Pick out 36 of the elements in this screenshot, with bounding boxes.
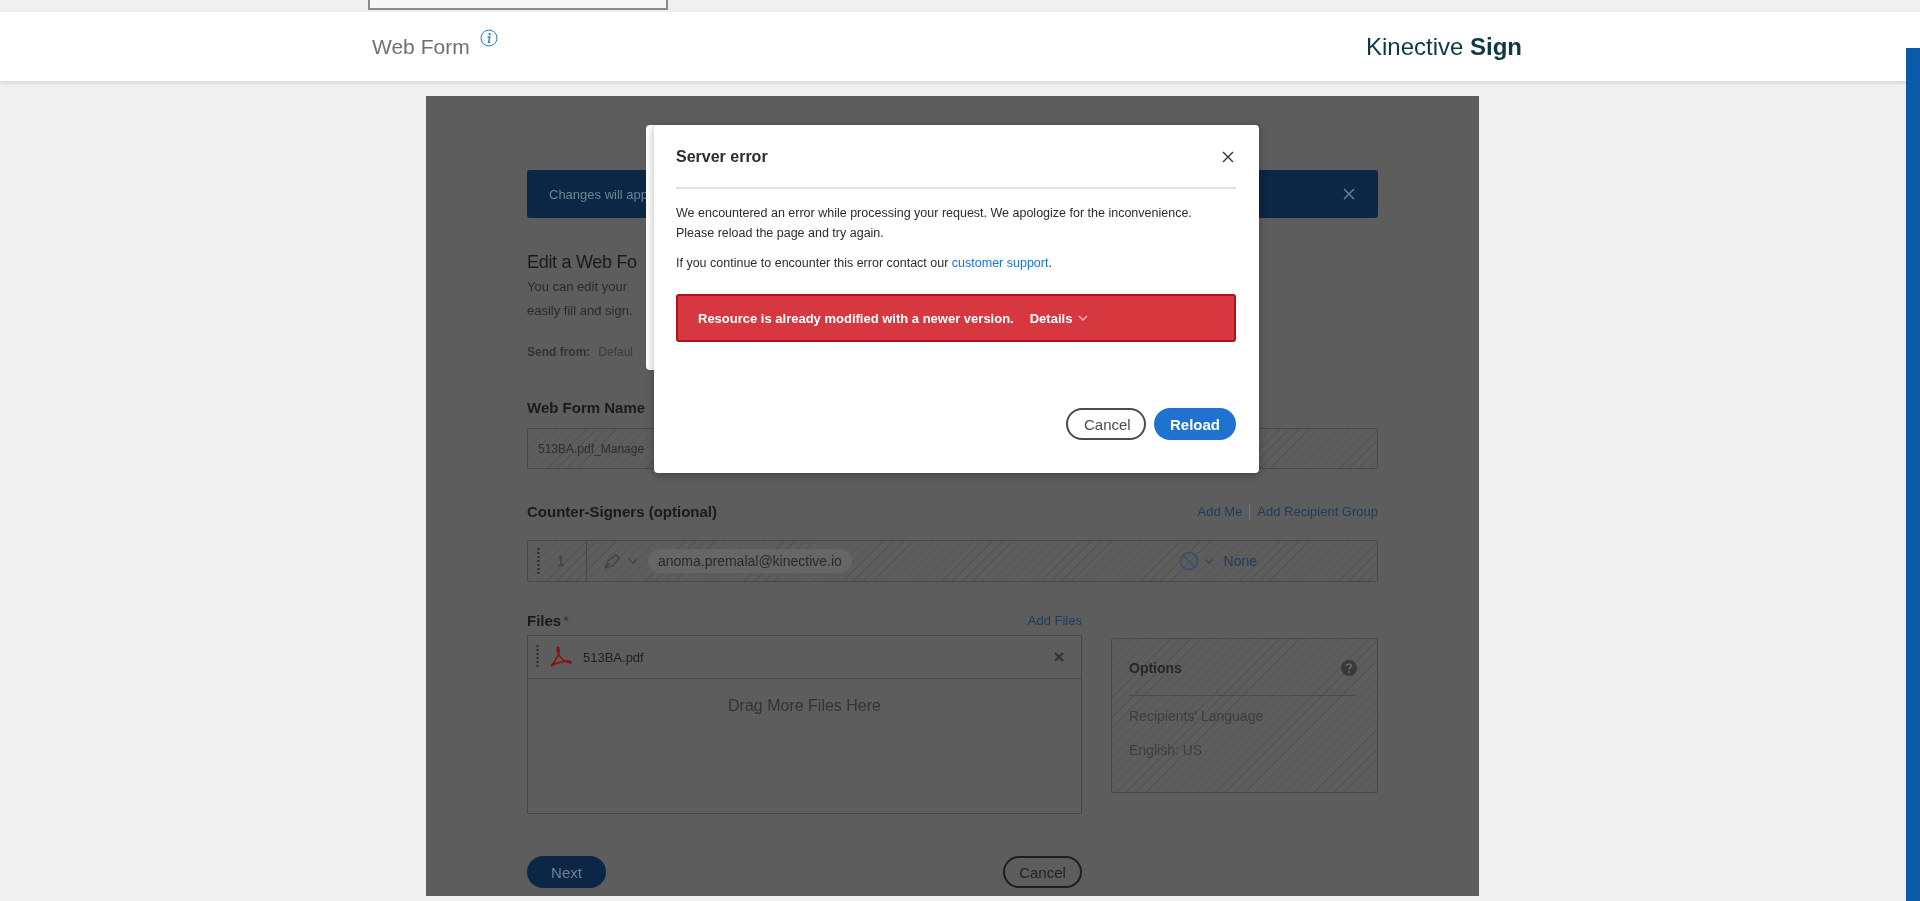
cancel-button[interactable]: Cancel: [1066, 408, 1146, 440]
caret-icon: [1203, 558, 1214, 564]
section-label: Files*: [527, 612, 570, 629]
pdf-icon: [548, 645, 574, 669]
cancel-button[interactable]: Cancel: [1003, 856, 1082, 888]
next-button[interactable]: Next: [527, 856, 606, 888]
info-icon: [479, 28, 498, 47]
contact-text: If you continue to encounter this error contact our customer support.: [676, 255, 1053, 272]
error-message: We encountered an error while processing your request. We apologize for the inconvenience. Please reload the page and try again.: [676, 205, 1193, 242]
page-heading: Edit a Web Fo: [527, 252, 637, 273]
brand-logo: Kinective Sign: [1365, 32, 1522, 61]
options-title: Options: [1129, 660, 1182, 676]
link[interactable]: Add Recipient Group: [1257, 504, 1378, 519]
help-icon: [1341, 660, 1357, 676]
alert-text: Resource is already modified with a newer version.: [698, 310, 1014, 326]
close-icon: [1222, 151, 1234, 163]
page-title: Web Form: [372, 34, 470, 59]
section-label: Counter-Signers (optional): [527, 503, 717, 520]
chevron-icon: [1078, 315, 1089, 321]
caret-icon: [628, 558, 638, 564]
link[interactable]: Add Me: [1197, 504, 1243, 519]
drag-handle-icon: [537, 548, 540, 574]
close-icon: [1342, 187, 1356, 201]
remove-icon: [1053, 651, 1065, 663]
blocked-icon: [1178, 551, 1199, 571]
add-files-link[interactable]: Add Files: [1027, 613, 1082, 628]
reload-button[interactable]: Reload: [1154, 408, 1236, 440]
file-name: 513BA.pdf: [583, 649, 644, 665]
email-chip[interactable]: anoma.premalal@kinective.io: [648, 549, 852, 573]
auth-dropdown[interactable]: None: [1178, 551, 1257, 571]
field-label: Web Form Name: [527, 399, 647, 416]
scrollbar-thumb[interactable]: [1906, 48, 1920, 901]
dialog-title: Server error: [676, 148, 768, 166]
drag-handle-icon: [536, 645, 539, 669]
close-button[interactable]: [1220, 149, 1236, 165]
details-toggle[interactable]: Details: [1029, 310, 1089, 326]
